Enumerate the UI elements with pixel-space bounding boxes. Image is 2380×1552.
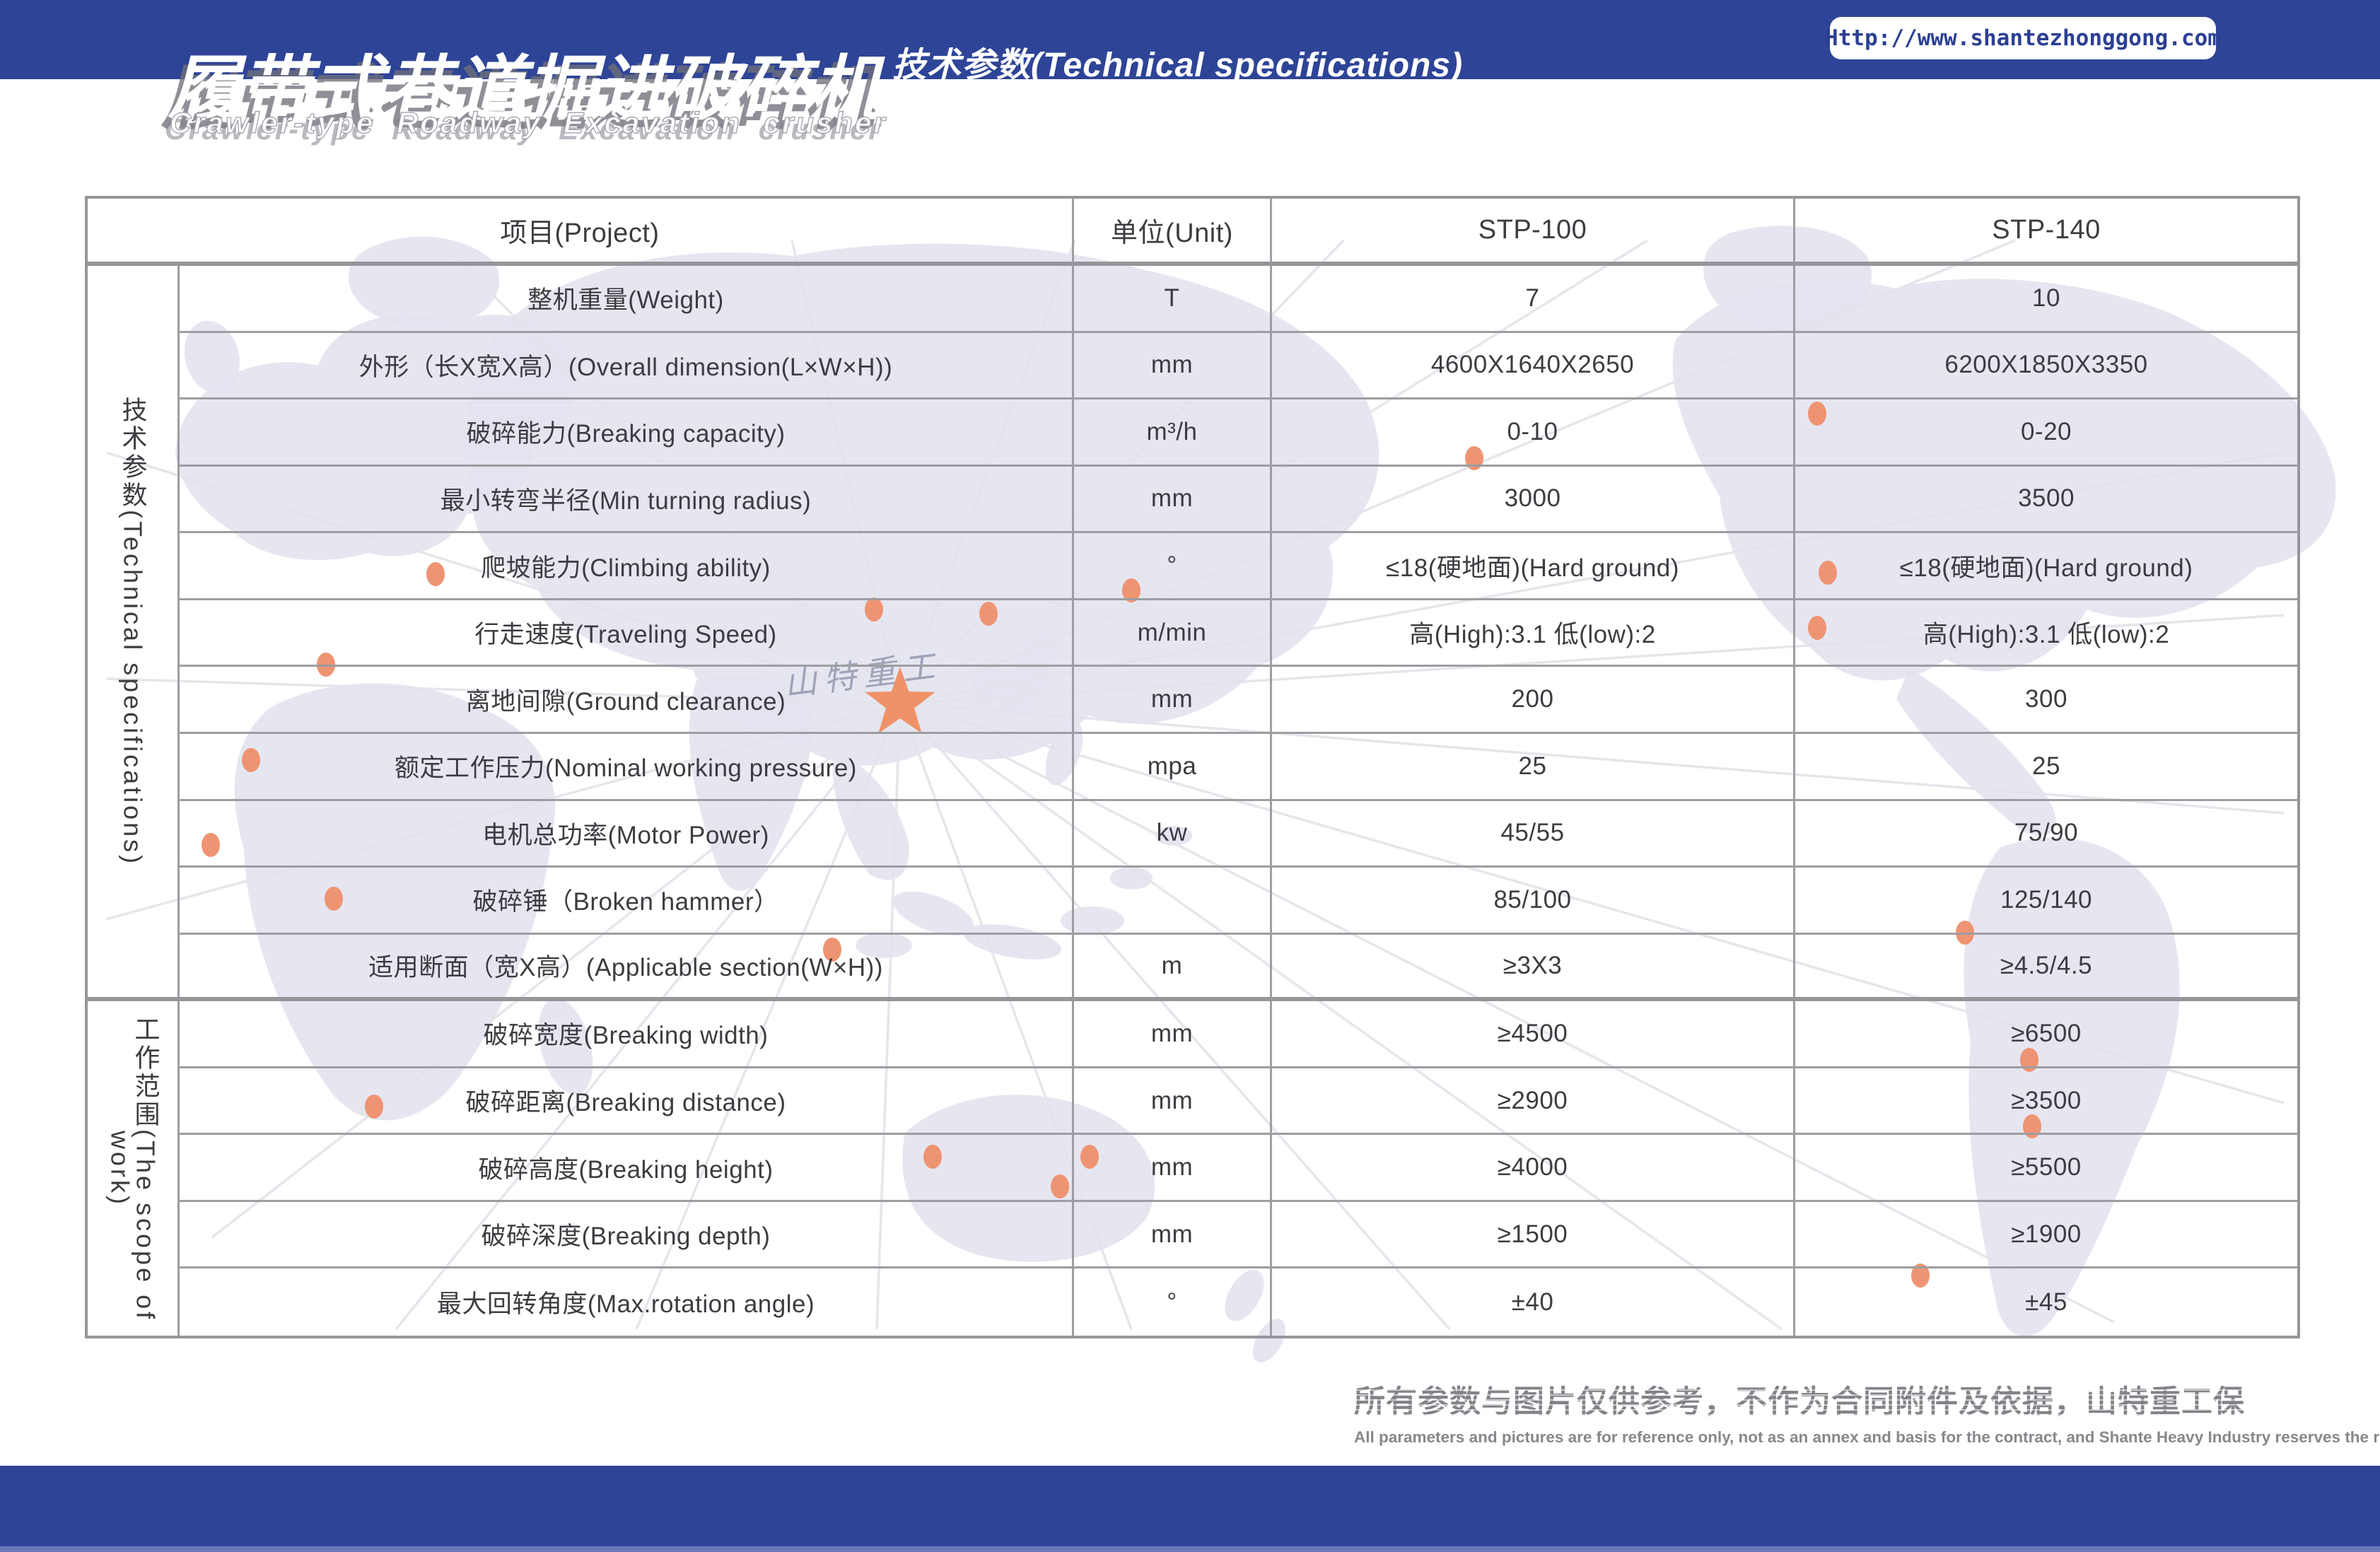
spec-label: 破碎宽度(Breaking width)	[180, 1001, 1074, 1068]
spec-label: 破碎能力(Breaking capacity)	[180, 399, 1074, 467]
spec-unit: mm	[1074, 1001, 1272, 1068]
spec-value-stp140: 300	[1795, 667, 2297, 734]
spec-value-stp140: 0-20	[1795, 399, 2297, 467]
spec-value-stp100: ≥4000	[1272, 1135, 1795, 1202]
spec-value-stp140: 25	[1795, 734, 2297, 801]
spec-value-stp140: ≥5500	[1795, 1135, 2297, 1202]
spec-unit: mm	[1074, 667, 1272, 734]
spec-value-stp100: 25	[1272, 734, 1795, 801]
spec-unit: mm	[1074, 1135, 1272, 1202]
spec-unit: mm	[1074, 1202, 1272, 1269]
spec-value-stp100: 7	[1272, 266, 1795, 333]
spec-value-stp140: ≥3500	[1795, 1068, 2297, 1136]
spec-value-stp140: ≤18(硬地面)(Hard ground)	[1795, 533, 2297, 600]
spec-value-stp100: 3000	[1272, 467, 1795, 534]
spec-value-stp100: 4600X1640X2650	[1272, 333, 1795, 400]
spec-value-stp140: ≥4.5/4.5	[1795, 935, 2297, 1002]
section-heading: 技术参数(Technical specifications)	[892, 37, 1463, 86]
spec-unit: mm	[1074, 467, 1272, 534]
spec-value-stp100: ≥2900	[1272, 1068, 1795, 1136]
spec-label: 爬坡能力(Climbing ability)	[180, 533, 1074, 600]
spec-value-stp140: 高(High):3.1 低(low):2	[1795, 600, 2297, 667]
spec-label: 最大回转角度(Max.rotation angle)	[180, 1268, 1074, 1336]
spec-unit: °	[1074, 533, 1272, 600]
disclaimer-chinese: 所有参数与图片仅供参考，不作为合同附件及依据，山特重工保留最终解释权。	[1354, 1376, 2245, 1421]
spec-value-stp140: 6200X1850X3350	[1795, 333, 2297, 400]
spec-unit: mpa	[1074, 734, 1272, 801]
spec-label: 行走速度(Traveling Speed)	[180, 600, 1074, 667]
spec-label: 适用断面（宽X高）(Applicable section(W×H))	[180, 935, 1074, 1002]
spec-label: 离地间隙(Ground clearance)	[180, 667, 1074, 734]
spec-unit	[1074, 868, 1272, 935]
spec-value-stp140: ±45	[1795, 1268, 2297, 1336]
spec-value-stp100: 85/100	[1272, 868, 1795, 935]
spec-value-stp140: 3500	[1795, 467, 2297, 534]
spec-value-stp100: ≤18(硬地面)(Hard ground)	[1272, 533, 1795, 600]
spec-unit: T	[1074, 266, 1272, 333]
spec-value-stp100: ±40	[1272, 1268, 1795, 1336]
group-label-scope-of-work: 工作范围(The scope of work)	[88, 1001, 180, 1336]
spec-label: 额定工作压力(Nominal working pressure)	[180, 734, 1074, 801]
spec-value-stp140: 10	[1795, 266, 2297, 333]
spec-unit: mm	[1074, 333, 1272, 400]
spec-sheet-page: { "header": { "title_zh": "履带式巷道掘进破碎机", …	[0, 0, 2380, 1552]
disclaimer-english: All parameters and pictures are for refe…	[1354, 1428, 2245, 1447]
spec-value-stp140: ≥6500	[1795, 1001, 2297, 1068]
disclaimer: 所有参数与图片仅供参考，不作为合同附件及依据，山特重工保留最终解释权。 All …	[1354, 1376, 2245, 1447]
spec-label: 破碎高度(Breaking height)	[180, 1135, 1074, 1202]
page-title-english: Crawler-type Roadway Excavation crusher	[170, 106, 887, 140]
spec-label: 外形（长X宽X高）(Overall dimension(L×W×H))	[180, 333, 1074, 400]
column-header-stp140: STP-140	[1795, 199, 2297, 266]
spec-label: 破碎锤（Broken hammer）	[180, 868, 1074, 935]
spec-value-stp100: 0-10	[1272, 399, 1795, 467]
spec-value-stp140: 125/140	[1795, 868, 2297, 935]
column-header-project: 项目(Project)	[88, 199, 1074, 266]
spec-unit: m/min	[1074, 600, 1272, 667]
spec-value-stp100: 200	[1272, 667, 1795, 734]
spec-unit: m	[1074, 935, 1272, 1002]
spec-value-stp100: ≥4500	[1272, 1001, 1795, 1068]
spec-value-stp100: 高(High):3.1 低(low):2	[1272, 600, 1795, 667]
spec-value-stp100: ≥3X3	[1272, 935, 1795, 1002]
column-header-unit: 单位(Unit)	[1074, 199, 1272, 266]
spec-value-stp100: 45/55	[1272, 801, 1795, 868]
group-label-technical-specifications: 技术参数(Technical specifications)	[88, 266, 180, 1001]
spec-unit: kw	[1074, 801, 1272, 868]
spec-unit: mm	[1074, 1068, 1272, 1136]
spec-unit: m³/h	[1074, 399, 1272, 467]
spec-table: 项目(Project) 单位(Unit) STP-100 STP-140 技术参…	[85, 196, 2300, 1338]
footer-bar	[0, 1466, 2380, 1552]
spec-label: 最小转弯半径(Min turning radius)	[180, 467, 1074, 534]
spec-label: 整机重量(Weight)	[180, 266, 1074, 333]
spec-label: 电机总功率(Motor Power)	[180, 801, 1074, 868]
website-link[interactable]: Http://www.shantezhonggong.com	[1830, 17, 2216, 59]
spec-unit: °	[1074, 1268, 1272, 1336]
spec-value-stp140: ≥1900	[1795, 1202, 2297, 1269]
spec-value-stp100: ≥1500	[1272, 1202, 1795, 1269]
spec-label: 破碎距离(Breaking distance)	[180, 1068, 1074, 1136]
column-header-stp100: STP-100	[1272, 199, 1795, 266]
spec-label: 破碎深度(Breaking depth)	[180, 1202, 1074, 1269]
spec-value-stp140: 75/90	[1795, 801, 2297, 868]
